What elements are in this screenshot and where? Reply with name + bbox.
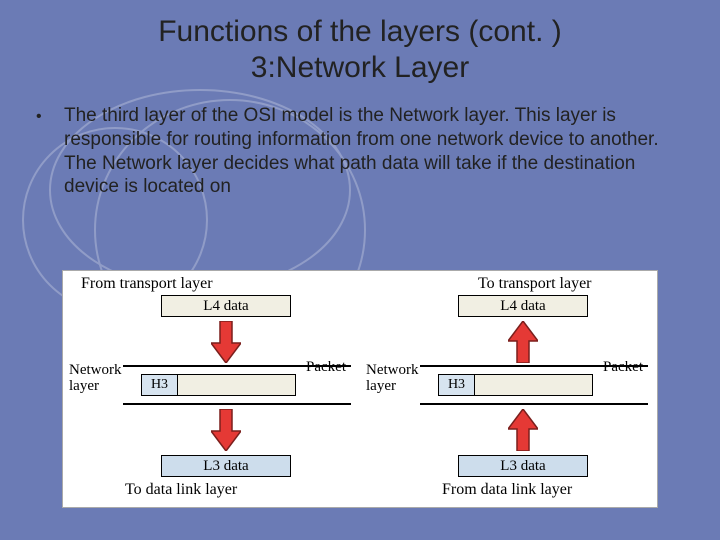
left-hline-top [123,365,351,367]
diagram-left-panel: From transport layer L4 data Network lay… [63,271,360,507]
right-packet-label: Packet [603,359,643,376]
right-hline-top [420,365,648,367]
right-top-caption: To transport layer [478,275,592,293]
slide-content: Functions of the layers (cont. ) 3:Netwo… [0,0,720,209]
left-packet-box: H3 [141,374,296,396]
down-arrow-icon [211,409,241,451]
up-arrow-icon [508,321,538,363]
left-l4-box: L4 data [161,295,291,317]
left-row-label: Network layer [69,363,122,395]
slide-title: Functions of the layers (cont. ) 3:Netwo… [30,14,690,86]
left-h3-cell: H3 [142,375,178,395]
left-l3-box: L3 data [161,455,291,477]
bullet-marker: • [30,104,64,199]
right-l4-box: L4 data [458,295,588,317]
right-packet-data-cell [475,375,592,395]
bullet-row: • The third layer of the OSI model is th… [30,104,690,199]
right-h3-cell: H3 [439,375,475,395]
left-bottom-caption: To data link layer [125,481,237,499]
right-bottom-caption: From data link layer [442,481,572,499]
bullet-text: The third layer of the OSI model is the … [64,104,690,199]
left-hline-bot [123,403,351,405]
right-row-label: Network layer [366,363,419,395]
left-top-caption: From transport layer [81,275,213,293]
left-packet-data-cell [178,375,295,395]
right-l3-box: L3 data [458,455,588,477]
diagram-right-panel: To transport layer L4 data Network layer… [360,271,657,507]
left-packet-label: Packet [306,359,346,376]
title-line-1: Functions of the layers (cont. ) [158,15,562,48]
right-hline-bot [420,403,648,405]
title-line-2: 3:Network Layer [251,51,469,84]
network-layer-diagram: From transport layer L4 data Network lay… [62,270,658,508]
up-arrow-icon [508,409,538,451]
right-packet-box: H3 [438,374,593,396]
down-arrow-icon [211,321,241,363]
